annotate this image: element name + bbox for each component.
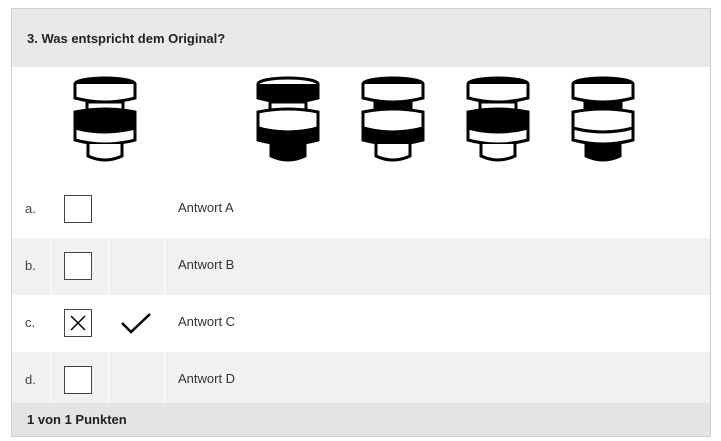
answer-checkbox-c[interactable] bbox=[64, 309, 92, 337]
answer-letter: a. bbox=[25, 201, 36, 216]
option-figure-2-icon bbox=[361, 76, 425, 162]
original-figure-icon bbox=[73, 76, 137, 162]
column-divider bbox=[50, 67, 51, 405]
score-footer: 1 von 1 Punkten bbox=[12, 403, 710, 436]
answer-checkbox-d[interactable] bbox=[64, 366, 92, 394]
answer-label: Antwort A bbox=[178, 200, 234, 215]
answer-row-c: c. Antwort C bbox=[12, 295, 710, 352]
correct-checkmark-icon bbox=[121, 313, 151, 334]
answer-letter: b. bbox=[25, 258, 36, 273]
answer-checkbox-a[interactable] bbox=[64, 195, 92, 223]
answer-label: Antwort C bbox=[178, 314, 236, 329]
option-figure-3-icon bbox=[466, 76, 530, 162]
score-text: 1 von 1 Punkten bbox=[27, 412, 127, 427]
question-card: 3. Was entspricht dem Original? a. Antwo… bbox=[11, 8, 711, 437]
question-header: 3. Was entspricht dem Original? bbox=[12, 9, 710, 67]
answer-checkbox-b[interactable] bbox=[64, 252, 92, 280]
question-title: 3. Was entspricht dem Original? bbox=[27, 31, 226, 46]
answer-row-b: b. Antwort B bbox=[12, 238, 710, 295]
option-figure-1-icon bbox=[256, 76, 320, 162]
option-figure-4-icon bbox=[571, 76, 635, 162]
answer-row-a: a. Antwort A bbox=[12, 181, 710, 238]
answer-label: Antwort B bbox=[178, 257, 235, 272]
column-divider bbox=[108, 181, 109, 409]
checkbox-x-icon bbox=[70, 315, 86, 331]
answer-row-d: d. Antwort D bbox=[12, 352, 710, 409]
answer-letter: d. bbox=[25, 372, 36, 387]
column-divider bbox=[164, 181, 165, 409]
answer-label: Antwort D bbox=[178, 371, 236, 386]
answer-letter: c. bbox=[25, 315, 36, 330]
figures-row bbox=[12, 67, 710, 181]
